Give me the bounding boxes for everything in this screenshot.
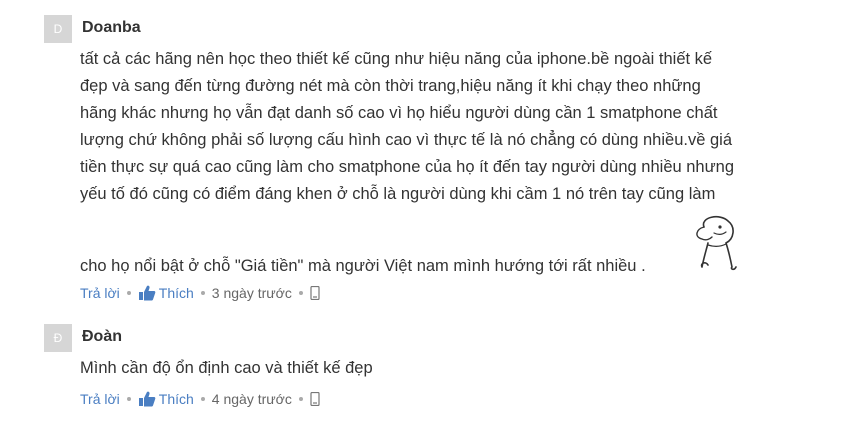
comment-author[interactable]: Đoàn — [82, 328, 122, 346]
mobile-phone-icon — [310, 392, 320, 406]
comment-line: hãng khác nhưng họ vẫn đạt danh số cao v… — [80, 104, 718, 122]
comment-line: tiền thực sự quá cao cũng làm cho smatph… — [80, 158, 735, 176]
separator-dot — [298, 291, 303, 295]
comment-author[interactable]: Doanba — [82, 19, 141, 37]
comment-actions: Trả lời Thích 4 ngày trước — [80, 391, 320, 407]
like-link[interactable]: Thích — [159, 391, 194, 407]
timestamp: 3 ngày trước — [211, 285, 292, 301]
doodle-sticker-icon — [696, 215, 737, 271]
separator-dot — [298, 397, 303, 401]
separator-dot — [200, 291, 205, 295]
avatar[interactable]: D — [44, 15, 72, 43]
separator-dot — [126, 397, 131, 401]
comment-line: tất cả các hãng nên học theo thiết kế cũ… — [80, 50, 713, 68]
avatar[interactable]: Đ — [44, 324, 72, 352]
reply-link[interactable]: Trả lời — [80, 285, 120, 301]
reply-link[interactable]: Trả lời — [80, 391, 120, 407]
like-link[interactable]: Thích — [159, 285, 194, 301]
thumbs-up-icon[interactable] — [138, 391, 156, 407]
comment-text: Mình cần độ ổn định cao và thiết kế đẹp — [80, 355, 800, 382]
mobile-phone-icon — [310, 286, 320, 300]
comment-line: yếu tố đó cũng có điểm đáng khen ở chỗ l… — [80, 185, 716, 203]
thumbs-up-icon[interactable] — [138, 285, 156, 301]
separator-dot — [126, 291, 131, 295]
timestamp: 4 ngày trước — [211, 391, 292, 407]
comment-line: lượng chứ không phải số lượng cấu hình c… — [80, 131, 732, 149]
comment-actions: Trả lời Thích 3 ngày trước — [80, 285, 320, 301]
separator-dot — [200, 397, 205, 401]
comment-line: Mình cần độ ổn định cao và thiết kế đẹp — [80, 359, 373, 377]
comment-line: đẹp và sang đến từng đường nét mà còn th… — [80, 77, 701, 95]
